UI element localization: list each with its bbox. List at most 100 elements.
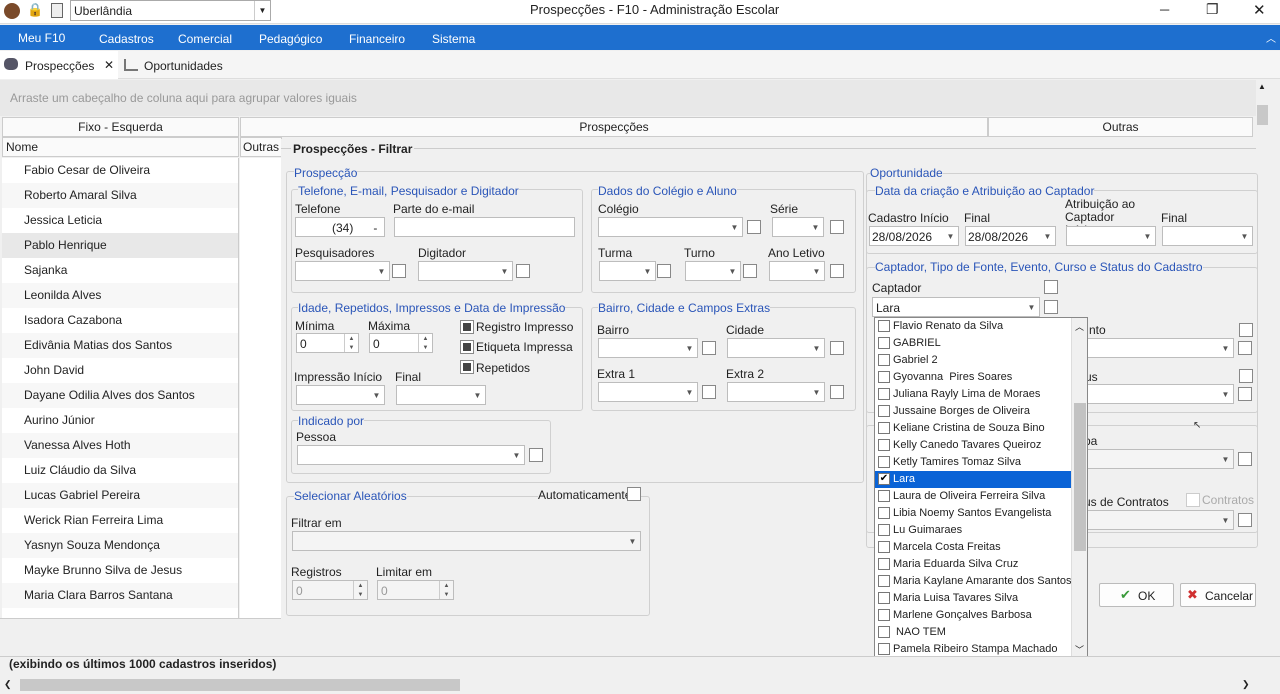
table-row[interactable]: Leonilda Alves [2, 283, 238, 308]
cancel-button[interactable]: ✖ Cancelar [1180, 583, 1256, 607]
extra1-checkbox[interactable] [702, 385, 716, 399]
calculator-icon[interactable] [51, 3, 63, 18]
table-row[interactable]: Maria Clara Barros Santana [2, 583, 238, 608]
pessoa-select[interactable]: ▼ [297, 445, 525, 465]
dropdown-scrollbar[interactable]: ︿ ﹀ [1071, 318, 1087, 657]
colegio-select[interactable]: ▼ [598, 217, 743, 237]
spinner-arrows-icon[interactable]: ▲ ▼ [344, 334, 358, 352]
scroll-right-icon[interactable]: ❯ [1242, 679, 1250, 690]
contratos-checkbox[interactable] [1186, 493, 1200, 507]
horizontal-scrollbar[interactable]: ❮ ❯ [0, 677, 1256, 693]
option-checkbox[interactable] [878, 643, 890, 655]
bairro-select[interactable]: ▼ [598, 338, 698, 358]
colegio-checkbox[interactable] [747, 220, 761, 234]
table-row[interactable]: Edivânia Matias dos Santos [2, 333, 238, 358]
option-checkbox[interactable] [878, 439, 890, 451]
group-panel[interactable]: Arraste um cabeçalho de coluna aqui para… [0, 80, 1256, 116]
ano-letivo-checkbox[interactable] [830, 264, 844, 278]
spinner-arrows-icon[interactable]: ▲ ▼ [418, 334, 432, 352]
maximize-button[interactable]: ❐ [1206, 1, 1219, 18]
evento-checkbox[interactable] [1239, 323, 1253, 337]
table-row[interactable]: Jessica Leticia [2, 208, 238, 233]
menu-meu-f10[interactable]: Meu F10 [18, 31, 65, 45]
registro-impresso-checkbox[interactable] [460, 320, 474, 334]
menu-sistema[interactable]: Sistema [432, 32, 475, 46]
captador-option[interactable]: Libia Noemy Santos Evangelista [875, 505, 1071, 522]
captador-option[interactable]: GABRIEL [875, 335, 1071, 352]
atrib-final-date[interactable]: ▼ [1162, 226, 1253, 246]
ano-letivo-select[interactable]: ▼ [769, 261, 825, 281]
table-row[interactable]: Roberto Amaral Silva [2, 183, 238, 208]
dropdown-scroll-thumb[interactable] [1074, 403, 1086, 551]
table-row[interactable]: Isadora Cazabona [2, 308, 238, 333]
scroll-left-icon[interactable]: ❮ [4, 679, 12, 690]
captador-option[interactable]: Lu Guimaraes [875, 522, 1071, 539]
etapa-select[interactable]: ▼ [1081, 449, 1234, 469]
option-checkbox[interactable] [878, 609, 890, 621]
turma-checkbox[interactable] [657, 264, 671, 278]
minimize-button[interactable]: ─ [1160, 2, 1169, 17]
option-checkbox[interactable] [878, 524, 890, 536]
captador-option[interactable]: Juliana Rayly Lima de Moraes [875, 386, 1071, 403]
repetidos-checkbox[interactable] [460, 360, 474, 374]
extra1-select[interactable]: ▼ [598, 382, 698, 402]
scroll-up-icon[interactable]: ︿ [1075, 320, 1084, 333]
captador-option[interactable]: Maria Luisa Tavares Silva [875, 590, 1071, 607]
digitador-checkbox[interactable] [516, 264, 530, 278]
table-row[interactable]: John David [2, 358, 238, 383]
table-row[interactable]: Lucas Gabriel Pereira [2, 483, 238, 508]
option-checkbox[interactable] [878, 320, 890, 332]
captador-option[interactable]: Jussaine Borges de Oliveira [875, 403, 1071, 420]
captador-option[interactable]: Maria Eduarda Silva Cruz [875, 556, 1071, 573]
contratos-select-checkbox[interactable] [1238, 513, 1252, 527]
digitador-select[interactable]: ▼ [418, 261, 513, 281]
status-select-checkbox[interactable] [1238, 387, 1252, 401]
evento-select[interactable]: ▼ [1081, 338, 1234, 358]
table-row[interactable]: Mayke Brunno Silva de Jesus [2, 558, 238, 583]
telefone-input[interactable]: (34) - [295, 217, 385, 237]
etiqueta-impressa-checkbox[interactable] [460, 340, 474, 354]
spinner-arrows-icon[interactable]: ▲ ▼ [353, 581, 367, 599]
captador-option[interactable]: Keliane Cristina de Souza Bino [875, 420, 1071, 437]
option-checkbox[interactable] [878, 490, 890, 502]
bairro-checkbox[interactable] [702, 341, 716, 355]
cidade-checkbox[interactable] [830, 341, 844, 355]
menu-financeiro[interactable]: Financeiro [349, 32, 405, 46]
captador-option[interactable]: Maria Kaylane Amarante dos Santos [875, 573, 1072, 590]
table-row[interactable]: Aurino Júnior [2, 408, 238, 433]
scroll-up-icon[interactable]: ▲ [1258, 82, 1266, 91]
ok-button[interactable]: ✔ OK [1099, 583, 1174, 607]
menu-pedagogico[interactable]: Pedagógico [259, 32, 322, 46]
captador-option[interactable]: Gyovanna Pires Soares [875, 369, 1071, 386]
pesquisadores-checkbox[interactable] [392, 264, 406, 278]
captador-option[interactable]: Laura de Oliveira Ferreira Silva [875, 488, 1071, 505]
column-header-nome[interactable]: Nome [2, 137, 239, 157]
etapa-checkbox[interactable] [1238, 452, 1252, 466]
option-checkbox[interactable] [878, 354, 890, 366]
pessoa-checkbox[interactable] [529, 448, 543, 462]
extra2-select[interactable]: ▼ [727, 382, 825, 402]
band-header-prospeccoes[interactable]: Prospecções [240, 117, 988, 137]
captador-option[interactable]: Gabriel 2 [875, 352, 1071, 369]
impressao-inicio-select[interactable]: ▼ [296, 385, 385, 405]
contratos-select[interactable]: ▼ [1081, 510, 1234, 530]
automaticamente-checkbox[interactable] [627, 487, 641, 501]
table-row[interactable]: Fabio Cesar de Oliveira [2, 158, 238, 183]
maxima-spinner[interactable]: 0 ▲ ▼ [369, 333, 433, 353]
chevron-up-icon[interactable]: ︿ [1266, 30, 1276, 45]
turno-checkbox[interactable] [743, 264, 757, 278]
table-row[interactable]: Dayane Odilia Alves dos Santos [2, 383, 238, 408]
city-select[interactable]: Uberlândia ▼ [70, 0, 271, 21]
option-checkbox[interactable] [878, 337, 890, 349]
lock-icon[interactable]: 🔒 [27, 2, 43, 18]
captador-option[interactable]: NAO TEM [875, 624, 1071, 641]
table-row[interactable]: Yasnyn Souza Mendonça [2, 533, 238, 558]
serie-checkbox[interactable] [830, 220, 844, 234]
captador-select[interactable]: Lara ▼ [872, 297, 1040, 317]
captador-option[interactable]: Flavio Renato da Silva [875, 318, 1071, 335]
captador-option[interactable]: ✔ Lara [875, 471, 1071, 488]
option-checkbox[interactable] [878, 405, 890, 417]
email-input[interactable] [394, 217, 575, 237]
menu-cadastros[interactable]: Cadastros [99, 32, 154, 46]
captador-option[interactable]: Marlene Gonçalves Barbosa [875, 607, 1071, 624]
